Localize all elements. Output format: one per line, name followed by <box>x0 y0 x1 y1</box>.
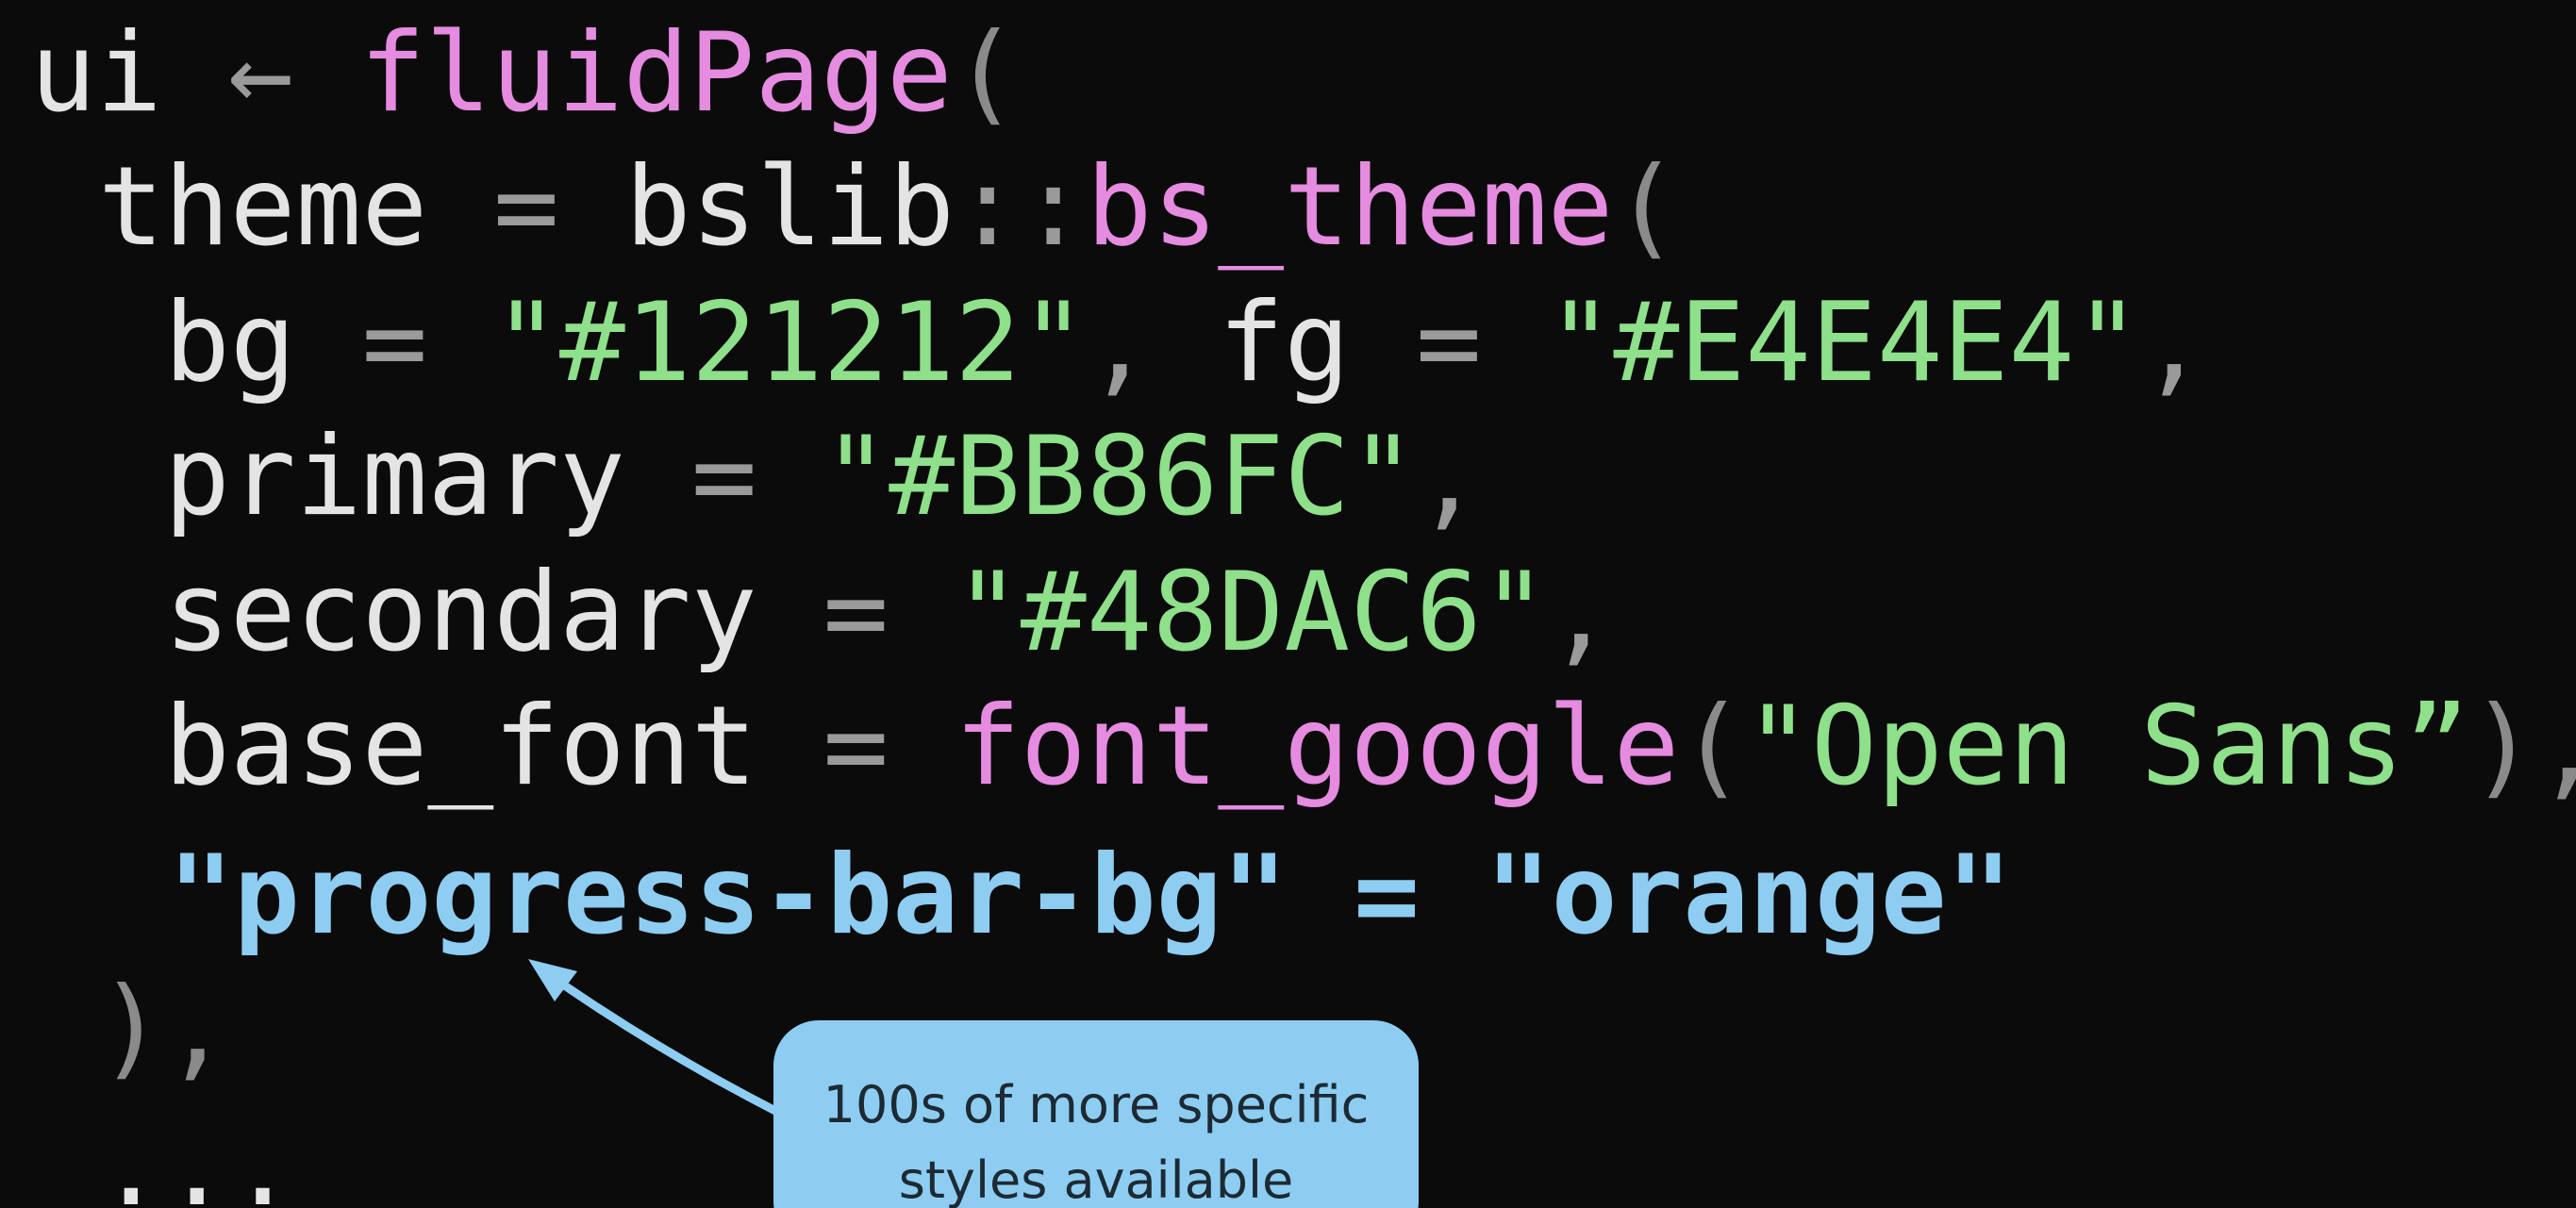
code-token: = <box>823 549 956 676</box>
code-token: = <box>823 683 956 810</box>
code-token: ← <box>227 9 360 137</box>
code-token: theme <box>98 143 494 271</box>
slide-canvas: ui ← fluidPage(theme = bslib::bs_theme(b… <box>0 0 2576 1208</box>
code-token: bs_theme <box>1086 143 1614 271</box>
arrow-head <box>528 959 577 1001</box>
code-token: "#48DAC6" <box>955 549 1548 676</box>
code-token: , <box>1547 549 1614 676</box>
code-token: ui <box>30 9 228 137</box>
code-token: secondary <box>164 549 823 676</box>
code-token: ), <box>2469 683 2576 810</box>
code-line: ), <box>98 973 230 1083</box>
code-token: = <box>361 279 494 406</box>
code-token: , <box>2140 279 2207 406</box>
code-token: = <box>1415 279 1548 406</box>
code-token: fg <box>1218 279 1416 406</box>
code-line: bg = "#121212", fg = "#E4E4E4", <box>164 289 2206 398</box>
code-token: "#121212" <box>493 279 1087 406</box>
code-line: secondary = "#48DAC6", <box>164 558 1613 668</box>
code-token: ), <box>98 964 230 1091</box>
code-token: bg <box>164 279 362 406</box>
code-token: , <box>1415 413 1482 540</box>
code-token: primary <box>164 413 691 540</box>
code-line: ui ← fluidPage( <box>30 19 1019 128</box>
code-line: "progress-bar-bg" = "orange" <box>168 841 2012 951</box>
code-token: = <box>493 143 625 271</box>
callout-line-2: styles available <box>898 1150 1294 1208</box>
code-line: theme = bslib::bs_theme( <box>98 153 1679 262</box>
highlighted-code: "progress-bar-bg" = "orange" <box>168 832 2013 959</box>
code-token: ( <box>1613 143 1680 271</box>
code-token: ( <box>1679 683 1746 810</box>
code-token: base_font <box>164 683 823 810</box>
code-token: = <box>690 413 823 540</box>
code-token: fluidPage <box>359 9 953 137</box>
callout-box: 100s of more specific styles available <box>773 1020 1419 1208</box>
code-token: , <box>1086 279 1219 406</box>
code-line: ... <box>98 1113 296 1208</box>
code-token: "#E4E4E4" <box>1547 279 2141 406</box>
code-token: ... <box>98 1103 296 1208</box>
code-line: base_font = font_google("Open Sans”), <box>164 692 2576 802</box>
code-line: primary = "#BB86FC", <box>164 422 1482 532</box>
arrow-curve <box>537 965 780 1116</box>
code-token: "#BB86FC" <box>823 413 1416 540</box>
code-token: bslib <box>624 143 955 271</box>
code-token: "Open Sans” <box>1745 683 2470 810</box>
code-token: :: <box>954 143 1087 271</box>
code-token: font_google <box>955 683 1680 810</box>
code-token: ( <box>952 9 1019 137</box>
callout-line-1: 100s of more specific <box>823 1075 1370 1134</box>
